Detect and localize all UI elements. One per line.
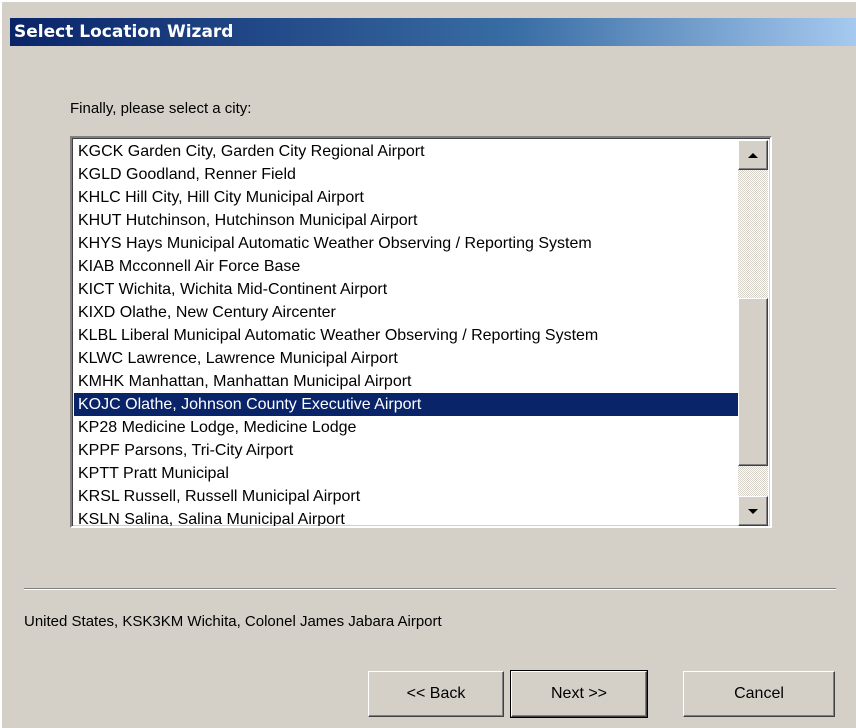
city-list-item[interactable]: KIXD Olathe, New Century Aircenter: [74, 301, 738, 324]
city-list-item[interactable]: KP28 Medicine Lodge, Medicine Lodge: [74, 416, 738, 439]
city-list-items: KGCK Garden City, Garden City Regional A…: [74, 140, 738, 526]
scroll-thumb[interactable]: [738, 298, 768, 466]
scroll-down-button[interactable]: [738, 496, 768, 526]
city-list-item[interactable]: KPTT Pratt Municipal: [74, 462, 738, 485]
city-list-item[interactable]: KHYS Hays Municipal Automatic Weather Ob…: [74, 232, 738, 255]
city-list-item[interactable]: KMHK Manhattan, Manhattan Municipal Airp…: [74, 370, 738, 393]
arrow-down-icon: [748, 508, 758, 514]
list-scrollbar[interactable]: [738, 140, 768, 526]
window-title: Select Location Wizard: [14, 22, 234, 42]
city-list-item[interactable]: KIAB Mcconnell Air Force Base: [74, 255, 738, 278]
city-list-item[interactable]: KLWC Lawrence, Lawrence Municipal Airpor…: [74, 347, 738, 370]
city-prompt: Finally, please select a city:: [70, 100, 252, 117]
cancel-button[interactable]: Cancel: [683, 671, 835, 717]
city-list-item[interactable]: KLBL Liberal Municipal Automatic Weather…: [74, 324, 738, 347]
city-list-item[interactable]: KRSL Russell, Russell Municipal Airport: [74, 485, 738, 508]
wizard-window: Select Location Wizard Finally, please s…: [0, 0, 856, 728]
title-bar: Select Location Wizard: [10, 18, 856, 46]
city-list-item[interactable]: KHLC Hill City, Hill City Municipal Airp…: [74, 186, 738, 209]
city-listbox[interactable]: KGCK Garden City, Garden City Regional A…: [70, 136, 772, 528]
city-list-item[interactable]: KGCK Garden City, Garden City Regional A…: [74, 140, 738, 163]
selected-location-text: United States, KSK3KM Wichita, Colonel J…: [24, 613, 442, 630]
separator-line: [24, 588, 836, 590]
city-list-item[interactable]: KPPF Parsons, Tri-City Airport: [74, 439, 738, 462]
city-list-item[interactable]: KHUT Hutchinson, Hutchinson Municipal Ai…: [74, 209, 738, 232]
city-list-item[interactable]: KOJC Olathe, Johnson County Executive Ai…: [74, 393, 738, 416]
city-list-item[interactable]: KICT Wichita, Wichita Mid-Continent Airp…: [74, 278, 738, 301]
scroll-up-button[interactable]: [738, 140, 768, 170]
next-button[interactable]: Next >>: [510, 670, 648, 718]
back-button[interactable]: << Back: [368, 671, 504, 717]
city-list-item[interactable]: KGLD Goodland, Renner Field: [74, 163, 738, 186]
arrow-up-icon: [748, 152, 758, 158]
city-list-item[interactable]: KSLN Salina, Salina Municipal Airport: [74, 508, 738, 526]
